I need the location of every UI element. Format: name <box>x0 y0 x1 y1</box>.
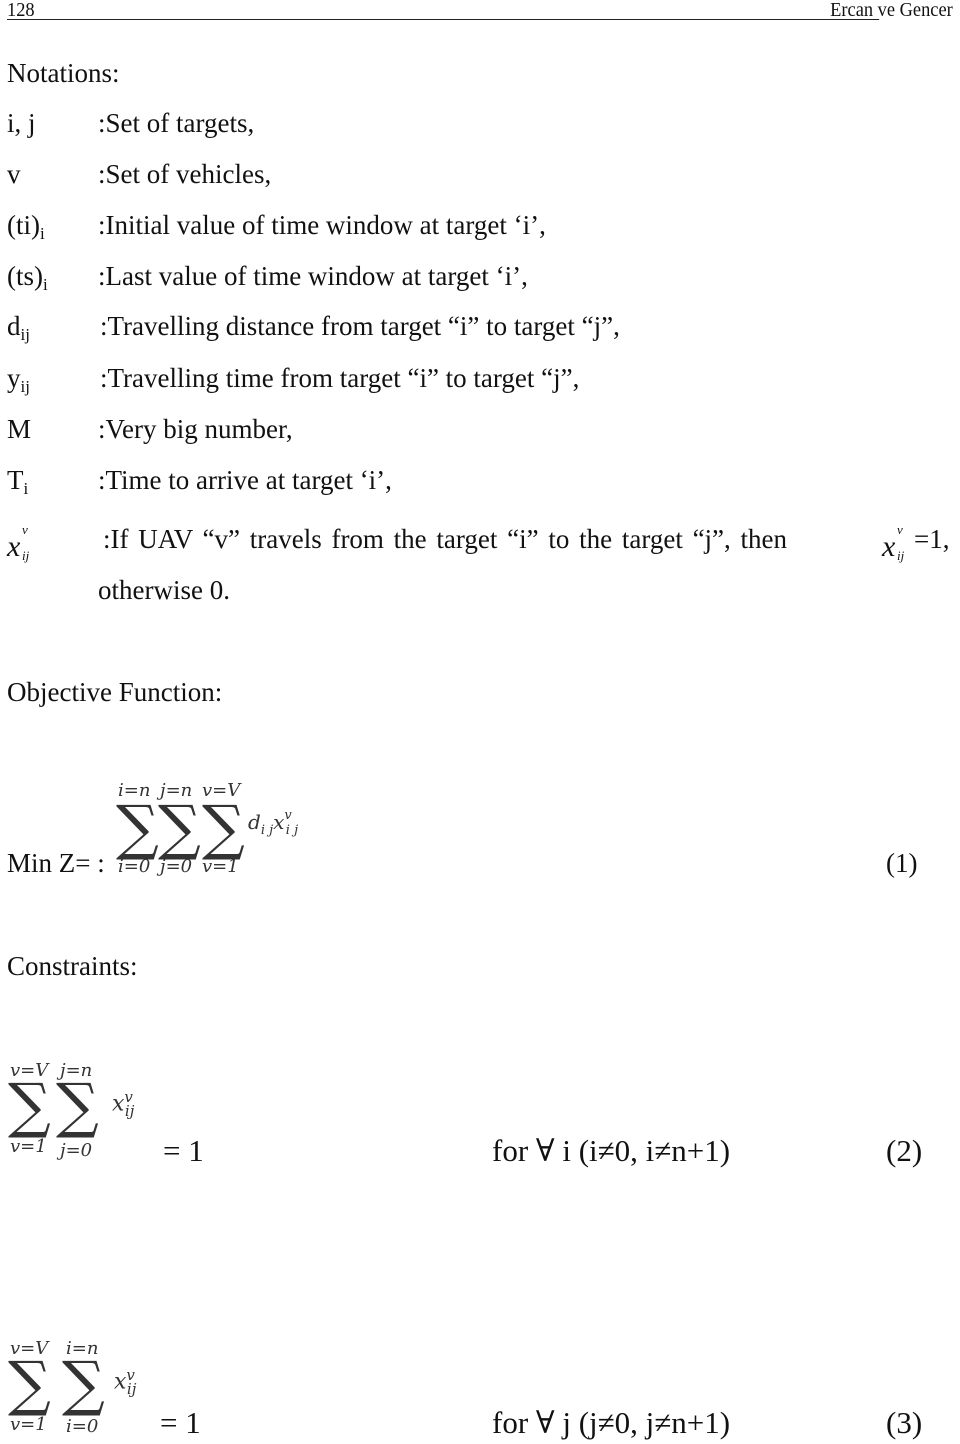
summand: xvij <box>114 1366 137 1398</box>
constraint-rhs: = 1 <box>163 1133 204 1168</box>
summand: di jxvi j <box>248 808 299 838</box>
sum-lower-limit: j=0 <box>160 856 193 877</box>
running-authors: Ercan ve Gencer <box>830 0 953 21</box>
sum-lower-limit: i=0 <box>118 856 151 877</box>
sum-lower-limit: i=0 <box>66 1416 99 1437</box>
sum-lower-limit: v=1 <box>202 856 239 877</box>
constraint-rhs: = 1 <box>160 1405 201 1440</box>
notation-desc: :If UAV “v” travels from the target “i” … <box>103 524 788 554</box>
notation-desc: :Travelling distance from target “i” to … <box>100 311 620 341</box>
notation-symbol: Ti <box>7 465 29 498</box>
objective-prefix: Min Z= : <box>7 848 105 878</box>
constraint-condition: for ∀ j (j≠0, j≠n+1) <box>492 1405 731 1440</box>
sigma-symbol: ∑ <box>158 793 201 863</box>
page-number: 128 <box>7 0 35 21</box>
notation-symbol: (ti)i <box>7 210 45 243</box>
notation-symbol: i, j <box>7 108 36 138</box>
notation-symbol-x: x v ij <box>7 522 30 563</box>
notation-symbol: v <box>7 159 21 189</box>
constraints-heading: Constraints: <box>7 951 138 981</box>
notation-desc-tail: =1, <box>914 524 950 554</box>
sigma-symbol: ∑ <box>56 1071 99 1141</box>
notation-desc: :Very big number, <box>98 414 293 444</box>
sigma-symbol: ∑ <box>202 793 245 863</box>
sum-lower-limit: j=0 <box>60 1140 93 1161</box>
sigma-symbol: ∑ <box>116 793 159 863</box>
double-sum: v=V i=n ∑ ∑ v=1 i=0 xvij <box>8 1338 158 1444</box>
notation-desc: :Initial value of time window at target … <box>98 210 546 240</box>
inline-x-variable: x v ij <box>882 522 905 563</box>
equation-number: (2) <box>886 1133 923 1168</box>
notation-desc: :Set of vehicles, <box>98 159 272 189</box>
sigma-symbol: ∑ <box>8 1071 51 1141</box>
equation-number: (1) <box>886 848 918 878</box>
notation-symbol: yij <box>7 363 30 396</box>
running-header: 128 Ercan ve Gencer <box>7 0 953 21</box>
sigma-symbol: ∑ <box>62 1349 105 1419</box>
notation-symbol: (ts)i <box>7 261 48 294</box>
sum-lower-limit: v=1 <box>10 1136 47 1157</box>
sigma-symbol: ∑ <box>8 1349 51 1419</box>
notation-symbol: M <box>7 414 32 444</box>
notation-desc: :Last value of time window at target ‘i’… <box>98 261 528 291</box>
objective-heading: Objective Function: <box>7 677 223 707</box>
equation-number: (3) <box>886 1405 923 1440</box>
triple-sum: i=n j=n v=V ∑ ∑ ∑ i=0 j=0 v=1 di jxvi j <box>116 780 336 880</box>
notation-symbol: dij <box>7 311 30 344</box>
notation-desc: :Travelling time from target “i” to targ… <box>100 363 580 393</box>
notations-heading: Notations: <box>7 58 120 88</box>
sum-lower-limit: v=1 <box>10 1414 47 1435</box>
double-sum: v=V j=n ∑ ∑ v=1 j=0 xvij <box>8 1060 158 1170</box>
constraint-condition: for ∀ i (i≠0, i≠n+1) <box>492 1133 731 1168</box>
notation-desc: :Time to arrive at target ‘i’, <box>98 465 392 495</box>
summand: xvij <box>112 1088 135 1120</box>
notation-desc-line2: otherwise 0. <box>98 575 230 605</box>
notation-desc: :Set of targets, <box>98 108 255 138</box>
